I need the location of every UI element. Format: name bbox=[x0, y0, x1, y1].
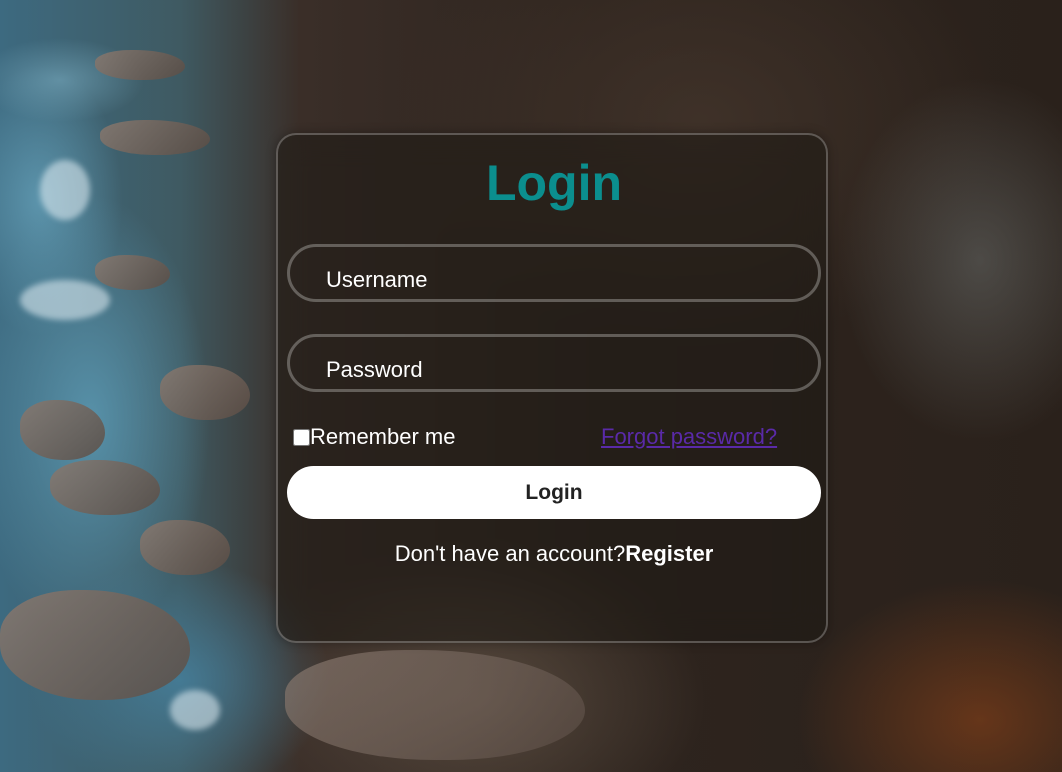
rock-decoration bbox=[285, 650, 585, 760]
login-form-card: Login Remember me Forgot password? Login… bbox=[276, 133, 828, 643]
water-foam-decoration bbox=[40, 160, 90, 220]
register-prompt-text: Don't have an account? bbox=[394, 541, 626, 566]
username-input[interactable] bbox=[290, 247, 818, 299]
remember-me-label: Remember me bbox=[310, 424, 456, 449]
login-title: Login bbox=[485, 155, 623, 211]
forgot-password-link[interactable]: Forgot password? bbox=[601, 424, 777, 450]
rock-decoration bbox=[50, 460, 160, 515]
remember-me-option[interactable]: Remember me bbox=[293, 424, 455, 450]
rock-decoration bbox=[0, 590, 190, 700]
password-input[interactable] bbox=[290, 337, 818, 389]
password-field-wrapper bbox=[287, 334, 821, 392]
remember-me-checkbox[interactable] bbox=[293, 428, 310, 446]
username-field-wrapper bbox=[287, 244, 821, 302]
water-foam-decoration bbox=[20, 280, 110, 320]
rock-decoration bbox=[95, 255, 170, 290]
login-button[interactable]: Login bbox=[287, 466, 821, 519]
rock-decoration bbox=[95, 50, 185, 80]
rock-decoration bbox=[20, 400, 105, 460]
register-link[interactable]: Register bbox=[625, 541, 713, 566]
rock-decoration bbox=[140, 520, 230, 575]
water-foam-decoration bbox=[170, 690, 220, 730]
rock-decoration bbox=[100, 120, 210, 155]
register-prompt: Don't have an account?Register bbox=[278, 541, 830, 567]
rock-decoration bbox=[160, 365, 250, 420]
